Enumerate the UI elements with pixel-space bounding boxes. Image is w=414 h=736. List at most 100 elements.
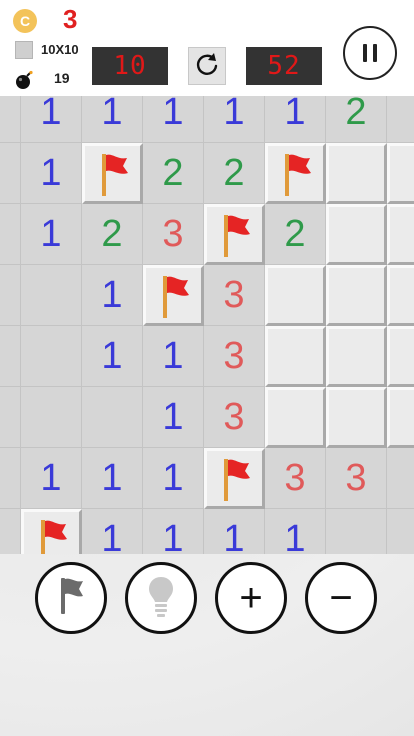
empty-cell[interactable] <box>0 387 21 448</box>
hidden-cell[interactable] <box>387 326 414 387</box>
coin-count: 3 <box>63 4 78 34</box>
hidden-cell[interactable] <box>387 265 414 326</box>
number-cell[interactable]: 1 <box>143 326 204 387</box>
hidden-cell[interactable] <box>387 204 414 265</box>
flag-icon <box>215 455 255 503</box>
empty-cell[interactable] <box>21 326 82 387</box>
number-cell[interactable]: 1 <box>143 509 204 554</box>
hidden-cell[interactable] <box>387 387 414 448</box>
flag-mode-button[interactable] <box>35 562 107 634</box>
flagged-cell[interactable] <box>21 509 82 554</box>
empty-cell[interactable] <box>0 326 21 387</box>
cell-number: 1 <box>40 212 62 255</box>
cell-number: 2 <box>345 96 367 133</box>
empty-cell[interactable] <box>387 509 414 554</box>
cell-number: 1 <box>223 517 245 555</box>
empty-cell[interactable] <box>21 265 82 326</box>
mine-count: 19 <box>54 70 70 86</box>
number-cell[interactable]: 1 <box>21 204 82 265</box>
cell-number: 1 <box>101 456 123 499</box>
cell-number: 1 <box>101 273 123 316</box>
number-cell[interactable]: 1 <box>21 96 82 143</box>
coin-symbol: C <box>19 13 31 29</box>
flagged-cell[interactable] <box>82 143 143 204</box>
empty-cell[interactable] <box>387 96 414 143</box>
empty-cell[interactable] <box>0 448 21 509</box>
cell-number: 1 <box>162 96 184 133</box>
number-cell[interactable]: 1 <box>143 96 204 143</box>
empty-cell[interactable] <box>21 387 82 448</box>
empty-cell[interactable] <box>326 509 387 554</box>
empty-cell[interactable] <box>0 509 21 554</box>
zoom-out-label: − <box>329 576 353 620</box>
number-cell[interactable]: 3 <box>326 448 387 509</box>
control-bar: + − <box>0 554 414 736</box>
number-cell[interactable]: 2 <box>204 143 265 204</box>
number-cell[interactable]: 3 <box>265 448 326 509</box>
hidden-cell[interactable] <box>265 326 326 387</box>
number-cell[interactable]: 2 <box>265 204 326 265</box>
hidden-cell[interactable] <box>326 387 387 448</box>
empty-cell[interactable] <box>82 387 143 448</box>
flag-icon <box>93 150 133 198</box>
flagged-cell[interactable] <box>204 204 265 265</box>
hint-button[interactable] <box>125 562 197 634</box>
number-cell[interactable]: 3 <box>204 387 265 448</box>
number-cell[interactable]: 1 <box>82 326 143 387</box>
hidden-cell[interactable] <box>387 143 414 204</box>
empty-cell[interactable] <box>0 265 21 326</box>
number-cell[interactable]: 1 <box>21 143 82 204</box>
flagged-cell[interactable] <box>204 448 265 509</box>
hidden-cell[interactable] <box>326 143 387 204</box>
flag-icon <box>32 516 72 554</box>
zoom-in-button[interactable]: + <box>215 562 287 634</box>
number-cell[interactable]: 1 <box>21 448 82 509</box>
cell-number: 1 <box>101 334 123 377</box>
empty-cell[interactable] <box>0 96 21 143</box>
number-cell[interactable]: 2 <box>326 96 387 143</box>
number-cell[interactable]: 1 <box>204 509 265 554</box>
pause-icon-bar-left <box>363 44 367 62</box>
minefield: 11111212212321311313111331111 <box>0 96 414 554</box>
cell-number: 2 <box>162 151 184 194</box>
cell-number: 1 <box>162 395 184 438</box>
cell-number: 1 <box>284 517 306 555</box>
cell-number: 1 <box>40 151 62 194</box>
number-cell[interactable]: 3 <box>204 265 265 326</box>
number-cell[interactable]: 1 <box>143 448 204 509</box>
zoom-in-label: + <box>239 576 263 620</box>
number-cell[interactable]: 2 <box>143 143 204 204</box>
restart-button[interactable] <box>188 47 226 85</box>
flagged-cell[interactable] <box>265 143 326 204</box>
flagged-cell[interactable] <box>143 265 204 326</box>
hidden-cell[interactable] <box>265 387 326 448</box>
number-cell[interactable]: 3 <box>204 326 265 387</box>
board-size-label: 10X10 <box>41 42 79 57</box>
hidden-cell[interactable] <box>326 204 387 265</box>
cell-number: 1 <box>101 517 123 555</box>
hidden-cell[interactable] <box>326 265 387 326</box>
zoom-out-button[interactable]: − <box>305 562 377 634</box>
number-cell[interactable]: 1 <box>82 448 143 509</box>
hidden-cell[interactable] <box>265 265 326 326</box>
cell-number: 1 <box>40 456 62 499</box>
number-cell[interactable]: 1 <box>265 509 326 554</box>
hidden-cell[interactable] <box>326 326 387 387</box>
number-cell[interactable]: 1 <box>143 387 204 448</box>
number-cell[interactable]: 1 <box>204 96 265 143</box>
number-cell[interactable]: 3 <box>143 204 204 265</box>
empty-cell[interactable] <box>0 204 21 265</box>
cell-number: 3 <box>162 212 184 255</box>
empty-cell[interactable] <box>0 143 21 204</box>
flag-icon <box>154 272 194 320</box>
timer-display: 52 <box>246 47 322 85</box>
number-cell[interactable]: 1 <box>82 265 143 326</box>
number-cell[interactable]: 1 <box>82 509 143 554</box>
number-cell[interactable]: 1 <box>265 96 326 143</box>
flag-icon <box>276 150 316 198</box>
number-cell[interactable]: 1 <box>82 96 143 143</box>
flag-icon <box>55 574 87 623</box>
number-cell[interactable]: 2 <box>82 204 143 265</box>
pause-button[interactable] <box>343 26 397 80</box>
empty-cell[interactable] <box>387 448 414 509</box>
